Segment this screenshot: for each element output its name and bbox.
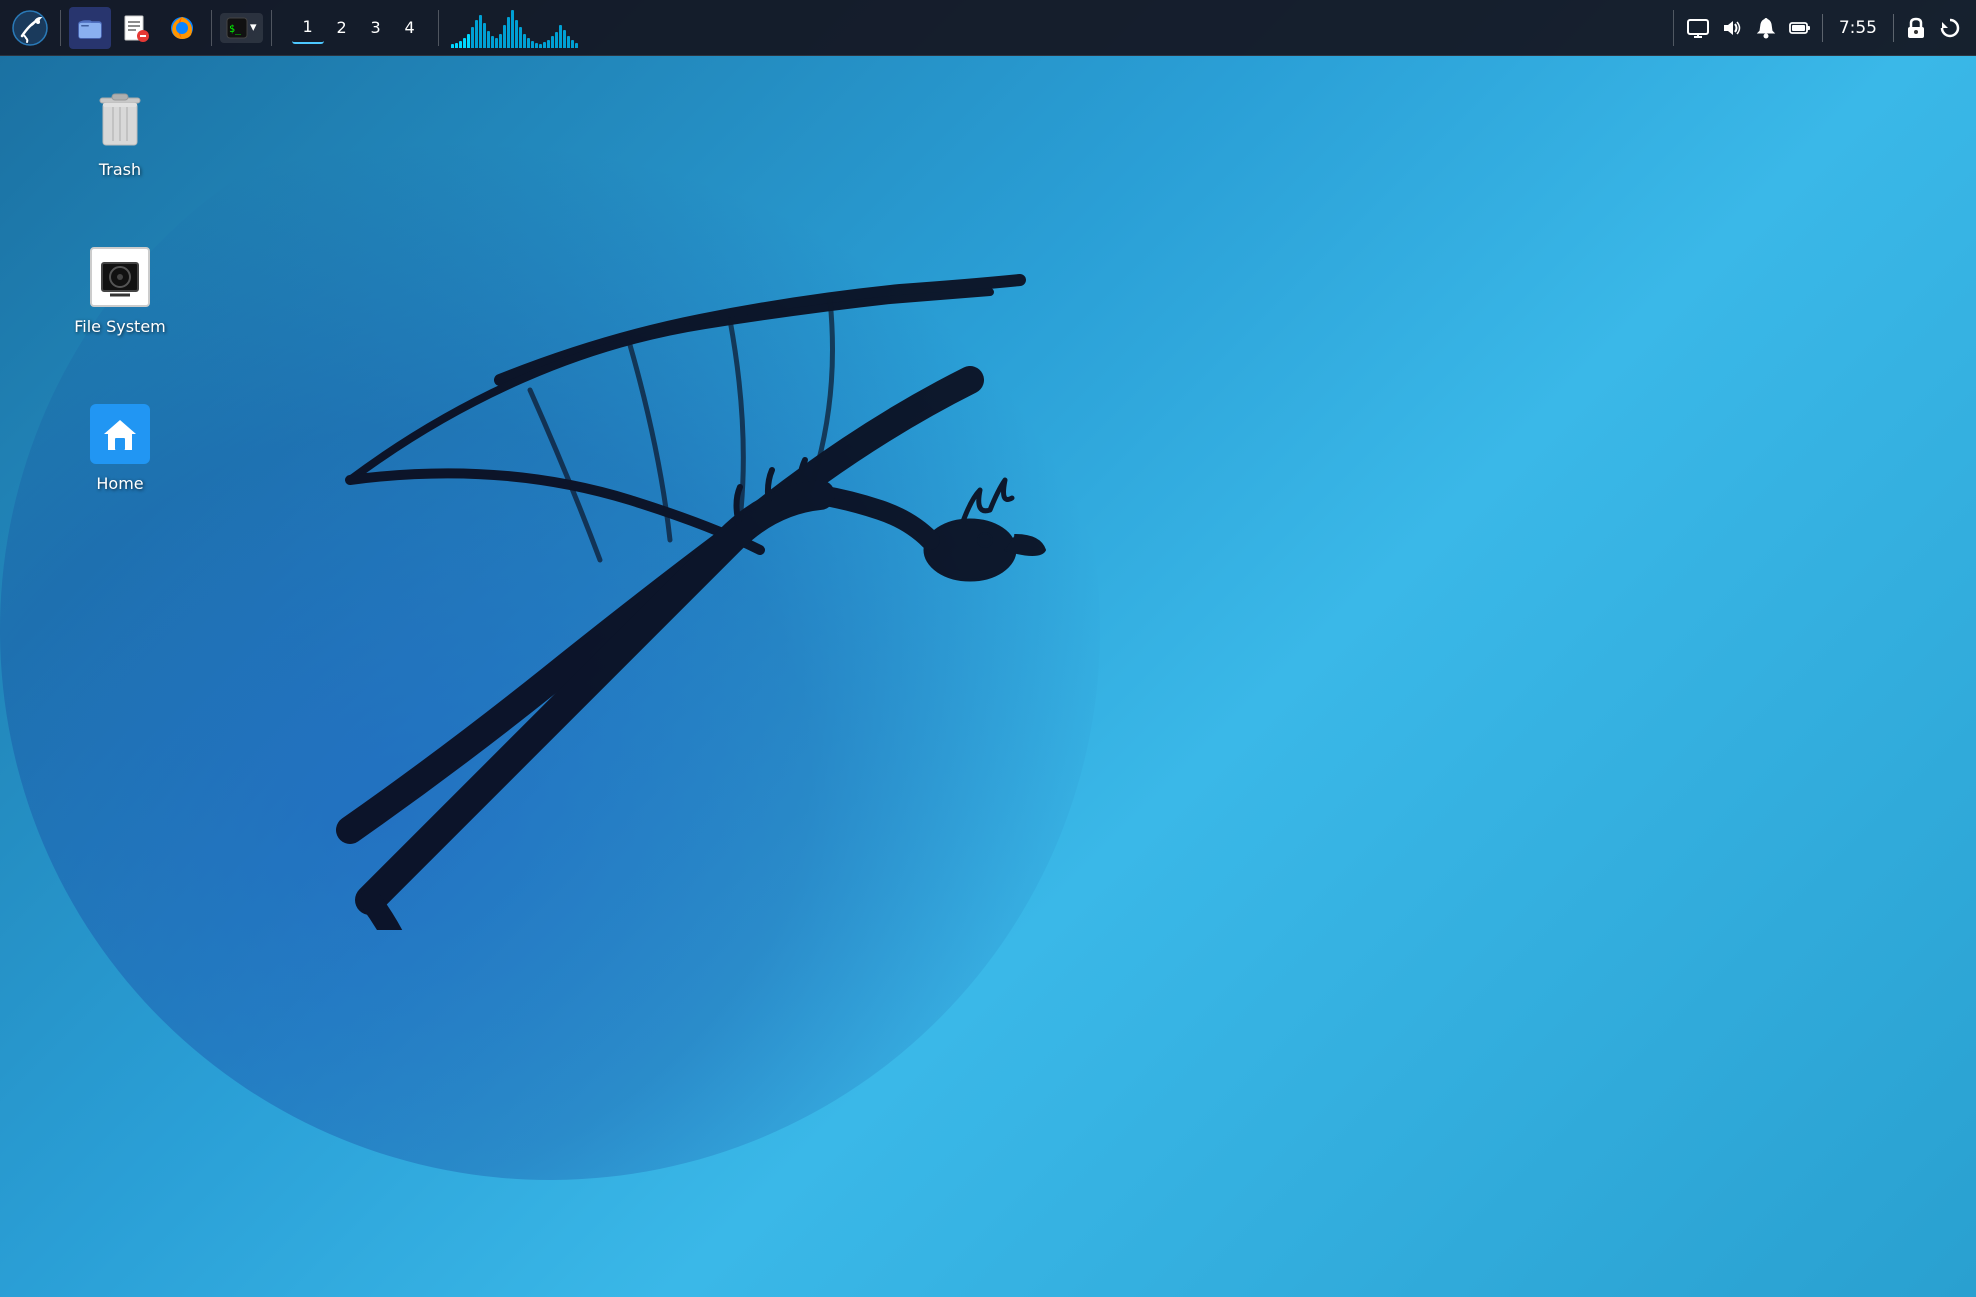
audio-bar (575, 43, 578, 48)
lock-icon[interactable] (1902, 14, 1930, 42)
audio-bar (527, 38, 530, 48)
terminal-button[interactable]: $_ ▾ (220, 13, 263, 43)
audio-bar (551, 36, 554, 48)
audio-bar (475, 20, 478, 48)
firefox-button[interactable] (161, 7, 203, 49)
tray-divider-3 (1893, 14, 1894, 42)
desktop: $_ ▾ 1 2 3 4 (0, 0, 1976, 1297)
desktop-icons: Trash File System (60, 80, 180, 501)
tray-divider-2 (1822, 14, 1823, 42)
audio-bar (463, 38, 466, 48)
clock: 7:55 (1831, 18, 1885, 38)
workspace-3[interactable]: 3 (360, 12, 392, 44)
filesystem-icon[interactable]: File System (60, 237, 180, 344)
taskbar-left: $_ ▾ (0, 6, 284, 50)
audio-bar (555, 32, 558, 48)
workspace-4[interactable]: 4 (394, 12, 426, 44)
audio-bar (511, 10, 514, 48)
home-icon[interactable]: Home (60, 394, 180, 501)
audio-bar (503, 25, 506, 48)
volume-icon[interactable] (1718, 14, 1746, 42)
audio-bar (543, 42, 546, 48)
audio-bar (499, 34, 502, 48)
kali-menu-button[interactable] (8, 6, 52, 50)
audio-bar (451, 44, 454, 48)
audio-bar (539, 44, 542, 48)
audio-bar (563, 30, 566, 48)
audio-bar (519, 27, 522, 48)
text-editor-button[interactable] (115, 7, 157, 49)
audio-bar (571, 40, 574, 48)
filesystem-label: File System (74, 317, 166, 336)
trash-label: Trash (99, 160, 141, 179)
audio-bar (523, 34, 526, 48)
terminal-dropdown-arrow: ▾ (250, 20, 257, 35)
battery-icon[interactable] (1786, 14, 1814, 42)
audio-bar (559, 25, 562, 48)
divider-1 (60, 10, 61, 46)
audio-bar (495, 38, 498, 48)
kali-dragon (150, 180, 1050, 930)
workspace-2[interactable]: 2 (326, 12, 358, 44)
audio-bar (531, 41, 534, 48)
audio-bar (459, 41, 462, 48)
audio-bar (507, 17, 510, 48)
audio-bar (491, 36, 494, 48)
file-manager-button[interactable] (69, 7, 111, 49)
svg-text:$_: $_ (229, 24, 242, 35)
tray-divider-1 (1673, 10, 1674, 46)
audio-bar (455, 43, 458, 48)
audio-bar (515, 20, 518, 48)
audio-bar (567, 36, 570, 48)
audio-bar (483, 23, 486, 48)
audio-bar (535, 43, 538, 48)
home-icon-image (88, 402, 152, 466)
divider-3 (271, 10, 272, 46)
divider-2 (211, 10, 212, 46)
audio-bar (487, 31, 490, 48)
notification-icon[interactable] (1752, 14, 1780, 42)
workspace-switcher: 1 2 3 4 (284, 12, 434, 44)
system-tray: 7:55 (1657, 10, 1976, 46)
network-icon[interactable] (1684, 14, 1712, 42)
filesystem-icon-image (88, 245, 152, 309)
refresh-icon[interactable] (1936, 14, 1964, 42)
trash-icon[interactable]: Trash (60, 80, 180, 187)
divider-4 (438, 10, 439, 46)
audio-bar (471, 27, 474, 48)
audio-bar (467, 34, 470, 48)
audio-bar (479, 15, 482, 48)
taskbar: $_ ▾ 1 2 3 4 (0, 0, 1976, 56)
home-label: Home (96, 474, 143, 493)
trash-icon-image (88, 88, 152, 152)
audio-visualizer (443, 8, 1657, 48)
workspace-1[interactable]: 1 (292, 12, 324, 44)
audio-bar (547, 40, 550, 48)
